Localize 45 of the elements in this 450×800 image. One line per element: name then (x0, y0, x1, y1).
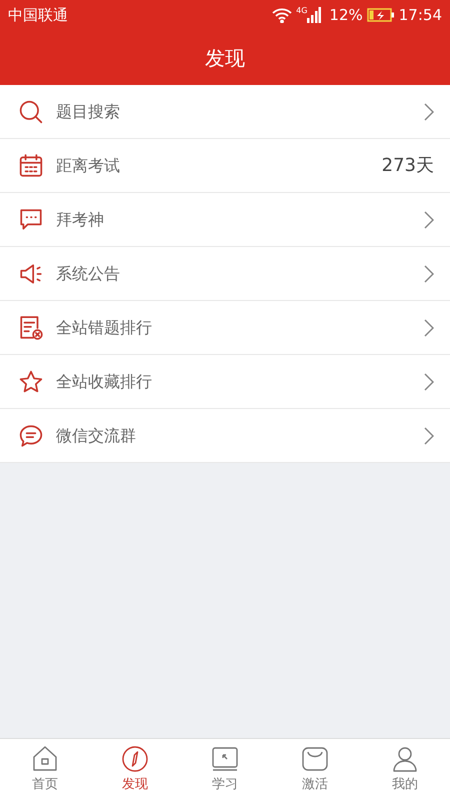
chevron-icon (424, 102, 434, 120)
nav-tab[interactable]: 首页 (0, 739, 90, 800)
item-label: 距离考试 (56, 154, 120, 176)
calendar-icon (18, 152, 44, 178)
star-icon (18, 368, 44, 394)
item-label: 系统公告 (56, 262, 120, 284)
item-label: 拜考神 (56, 208, 104, 230)
chat-icon (18, 206, 44, 232)
carrier-label: 中国联通 (8, 4, 68, 26)
menu-item[interactable]: 微信交流群 (0, 409, 450, 463)
page-title: 发现 (205, 44, 245, 72)
item-label: 微信交流群 (56, 424, 136, 446)
document-error-icon (18, 314, 44, 340)
menu-item[interactable]: 距离考试 273天 (0, 139, 450, 193)
wifi-icon (272, 7, 292, 23)
days-value: 273天 (382, 154, 434, 178)
nav-tab[interactable]: 激活 (270, 739, 360, 800)
chevron-icon (424, 426, 434, 444)
item-label: 全站收藏排行 (56, 370, 152, 392)
signal-icon (307, 7, 322, 23)
menu-item[interactable]: 全站错题排行 (0, 301, 450, 355)
nav-tab[interactable]: 我的 (360, 739, 450, 800)
battery-percent: 12% (329, 4, 363, 26)
chevron-icon (424, 264, 434, 282)
menu-item[interactable]: 题目搜索 (0, 85, 450, 139)
nav-tab[interactable]: 发现 (90, 739, 180, 800)
nav-tab[interactable]: 学习 (180, 739, 270, 800)
item-label: 全站错题排行 (56, 316, 152, 338)
clock-label: 17:54 (398, 4, 442, 26)
battery-icon (366, 7, 395, 23)
person-icon (391, 744, 419, 773)
chevron-icon (424, 372, 434, 390)
menu-item[interactable]: 全站收藏排行 (0, 355, 450, 409)
chevron-icon (424, 318, 434, 336)
monitor-icon (211, 744, 239, 773)
bag-icon (301, 744, 329, 773)
home-icon (31, 744, 59, 773)
message-icon (18, 422, 44, 448)
compass-icon (121, 744, 149, 773)
network-label: 4G (296, 5, 308, 17)
chevron-icon (424, 210, 434, 228)
menu-item[interactable]: 系统公告 (0, 247, 450, 301)
menu-item[interactable]: 拜考神 (0, 193, 450, 247)
item-label: 题目搜索 (56, 100, 120, 122)
search-icon (18, 98, 44, 124)
